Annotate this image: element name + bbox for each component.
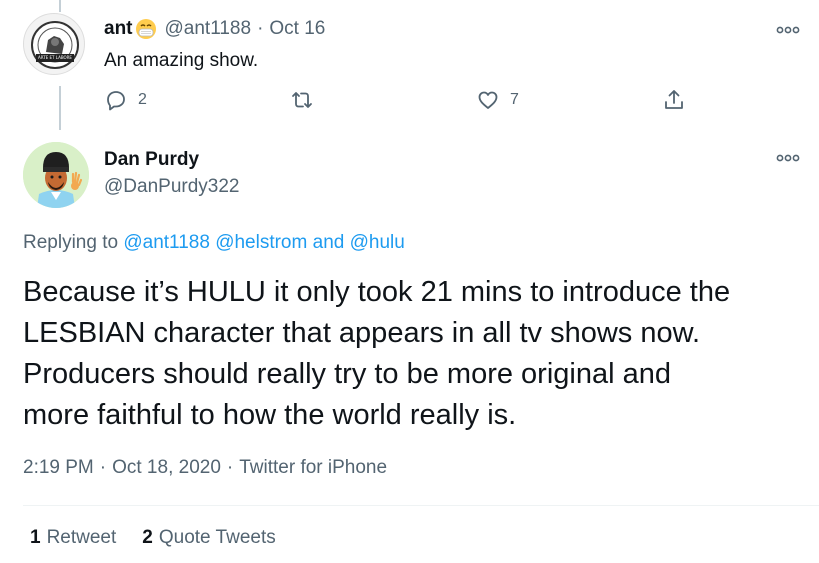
separator-dot: · <box>226 457 234 478</box>
tweet-text-line: more faithful to how the world really is… <box>23 399 517 431</box>
retweet-icon <box>292 92 312 108</box>
mention-link[interactable]: @helstrom <box>215 232 307 253</box>
tweet-date[interactable]: Oct 18, 2020 <box>112 457 221 478</box>
more-options-button[interactable] <box>775 22 801 38</box>
tweet-source[interactable]: Twitter for iPhone <box>239 457 387 478</box>
more-icon <box>776 154 800 162</box>
mention-link[interactable]: @ant1188 <box>123 232 210 253</box>
thread-connector <box>59 86 61 130</box>
avatar-caption: ARTE ET LABORE <box>38 55 72 60</box>
replying-prefix: Replying to <box>23 232 119 253</box>
like-button[interactable]: 7 <box>476 88 519 112</box>
reply-count: 2 <box>138 91 147 108</box>
retweets-count: 1 <box>30 527 41 548</box>
author-name[interactable]: Dan Purdy <box>104 149 199 171</box>
like-count: 7 <box>510 91 519 108</box>
parent-tweet-date[interactable]: Oct 16 <box>269 18 325 40</box>
parent-avatar[interactable]: ARTE ET LABORE <box>23 13 85 75</box>
parent-author-handle[interactable]: @ant1188 <box>165 18 252 40</box>
tweet-time[interactable]: 2:19 PM <box>23 457 94 478</box>
retweet-button[interactable] <box>290 88 314 112</box>
parent-author-name[interactable]: ant <box>104 18 133 40</box>
thread-connector-top <box>59 0 61 12</box>
replying-to: Replying to @ant1188 @helstrom and @hulu <box>23 232 405 254</box>
more-icon <box>776 26 800 34</box>
parent-tweet-header: ant @ant1188 · Oct 16 <box>104 18 325 40</box>
retweets-stat[interactable]: 1 Retweet <box>30 527 116 549</box>
mention-link[interactable]: @hulu <box>350 232 405 253</box>
divider <box>23 505 819 506</box>
separator-dot: · <box>99 457 107 478</box>
tweet-metadata: 2:19 PM · Oct 18, 2020 · Twitter for iPhone <box>23 457 387 479</box>
retweets-label: Retweet <box>46 527 117 548</box>
quote-tweets-stat[interactable]: 2 Quote Tweets <box>142 527 275 549</box>
quote-tweets-label: Quote Tweets <box>158 527 276 548</box>
mention-link-and[interactable]: and <box>313 232 345 253</box>
parent-tweet-actions: 2 7 <box>104 88 704 114</box>
reply-icon <box>107 91 125 111</box>
reply-button[interactable]: 2 <box>104 88 147 112</box>
quote-tweets-count: 2 <box>142 527 153 548</box>
parent-tweet-text: An amazing show. <box>104 50 259 71</box>
avatar-illustration-icon <box>23 142 89 208</box>
heart-icon <box>478 91 498 109</box>
crest-icon <box>31 21 79 69</box>
author-avatar[interactable] <box>23 142 89 208</box>
tweet-text-line: Producers should really try to be more o… <box>23 358 671 390</box>
more-options-button[interactable] <box>775 150 801 166</box>
tweet-text-line: LESBIAN character that appears in all tv… <box>23 317 701 349</box>
tweet-text-line: Because it’s HULU it only took 21 mins t… <box>23 276 731 308</box>
share-button[interactable] <box>662 88 686 112</box>
separator-dot: · <box>257 18 264 39</box>
author-handle[interactable]: @DanPurdy322 <box>104 176 239 198</box>
share-icon <box>665 90 683 109</box>
tweet-text: Because it’s HULU it only took 21 mins t… <box>23 272 808 436</box>
face-with-mask-emoji-icon <box>135 18 157 40</box>
tweet-stats: 1 Retweet 2 Quote Tweets <box>30 527 302 549</box>
